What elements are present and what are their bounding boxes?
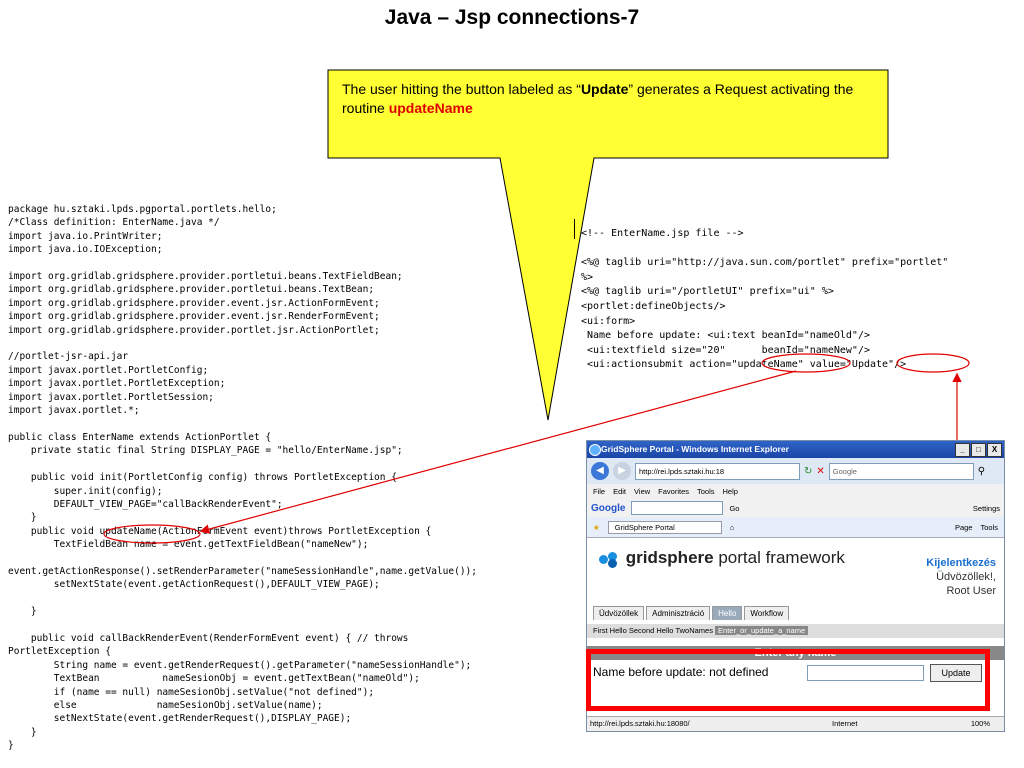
home-icon[interactable]: ⌂ xyxy=(730,523,735,532)
page-menu[interactable]: Page xyxy=(955,523,973,532)
minimize-button[interactable]: _ xyxy=(955,443,970,457)
callout-text-before: The user hitting the button labeled as “ xyxy=(342,81,581,97)
subnav-twonames[interactable]: TwoNames xyxy=(675,626,713,635)
refresh-icon[interactable]: ↻ xyxy=(804,466,812,477)
sub-navigation: First Hello Second Hello TwoNames Enter_… xyxy=(587,624,1004,638)
search-icon[interactable]: ⚲ xyxy=(978,466,985,477)
browser-tab[interactable]: GridSphere Portal xyxy=(607,520,722,534)
jsp-divider xyxy=(574,219,575,239)
subnav-second-hello[interactable]: Second Hello xyxy=(629,626,674,635)
google-search-box[interactable] xyxy=(631,501,724,515)
gridsphere-logo-icon xyxy=(599,551,621,568)
callout-text: The user hitting the button labeled as “… xyxy=(342,80,870,118)
menu-view[interactable]: View xyxy=(634,484,650,499)
java-code-listing: package hu.sztaki.lpds.pgportal.portlets… xyxy=(8,204,477,752)
ie-logo-icon xyxy=(589,444,601,456)
logo-rest: portal framework xyxy=(713,548,845,567)
subnav-first-hello[interactable]: First Hello xyxy=(593,626,627,635)
google-label: Google xyxy=(591,502,626,514)
google-go-button[interactable]: Go xyxy=(729,504,739,513)
callout-bold: Update xyxy=(580,81,629,97)
settings-button[interactable]: Settings xyxy=(973,504,1000,513)
address-bar[interactable]: http://rei.lpds.sztaki.hu:18 xyxy=(635,462,800,480)
favorites-bar: ★ GridSphere Portal ⌂ Page Tools xyxy=(587,517,1004,538)
highlight-box xyxy=(586,649,990,711)
tools-menu[interactable]: Tools xyxy=(980,523,998,532)
browser-titlebar: GridSphere Portal - Windows Internet Exp… xyxy=(587,441,1004,458)
callout-red: updateName xyxy=(388,100,473,116)
address-row: ◀ ▶ http://rei.lpds.sztaki.hu:18 ↻ ✕ Goo… xyxy=(587,458,1004,484)
stop-icon[interactable]: ✕ xyxy=(816,466,824,477)
tab-hello[interactable]: Hello xyxy=(712,606,743,620)
jsp-code-listing: <!-- EnterName.jsp file --> <%@ taglib u… xyxy=(581,228,949,371)
subnav-current[interactable]: Enter_or_update_a_name xyxy=(715,626,809,635)
welcome-text: Üdvözöllek!, xyxy=(936,571,996,583)
menu-tools[interactable]: Tools xyxy=(697,484,715,499)
close-button[interactable]: X xyxy=(987,443,1002,457)
status-url: http://rei.lpds.sztaki.hu:18080/ xyxy=(590,719,690,728)
logout-link[interactable]: Kijelentkezés xyxy=(926,556,996,570)
tab-welcome[interactable]: Üdvözöllek xyxy=(593,606,645,620)
google-toolbar: Google Go Settings xyxy=(587,499,1004,517)
browser-title: GridSphere Portal - Windows Internet Exp… xyxy=(601,444,789,454)
maximize-button[interactable]: □ xyxy=(971,443,986,457)
portal-tabs: Üdvözöllek Adminisztráció Hello Workflow xyxy=(593,606,790,620)
menu-favorites[interactable]: Favorites xyxy=(658,484,689,499)
tab-workflow[interactable]: Workflow xyxy=(744,606,790,620)
search-input[interactable]: Google xyxy=(828,462,974,480)
status-zone: Internet xyxy=(832,719,858,728)
menu-bar: File Edit View Favorites Tools Help xyxy=(587,484,1004,499)
gridsphere-logo: gridsphere portal framework xyxy=(599,548,845,568)
status-bar: http://rei.lpds.sztaki.hu:18080/ Interne… xyxy=(587,716,1004,731)
status-zoom[interactable]: 100% xyxy=(971,717,990,731)
menu-help[interactable]: Help xyxy=(723,484,738,499)
tab-admin[interactable]: Adminisztráció xyxy=(646,606,711,620)
login-area: Kijelentkezés Üdvözöllek!, Root User xyxy=(926,556,996,598)
back-icon[interactable]: ◀ xyxy=(591,462,609,480)
menu-edit[interactable]: Edit xyxy=(613,484,626,499)
user-name: Root User xyxy=(946,585,996,597)
forward-icon[interactable]: ▶ xyxy=(613,462,631,480)
logo-bold: gridsphere xyxy=(625,548,714,567)
menu-file[interactable]: File xyxy=(593,484,605,499)
favorites-star-icon[interactable]: ★ xyxy=(593,523,600,532)
